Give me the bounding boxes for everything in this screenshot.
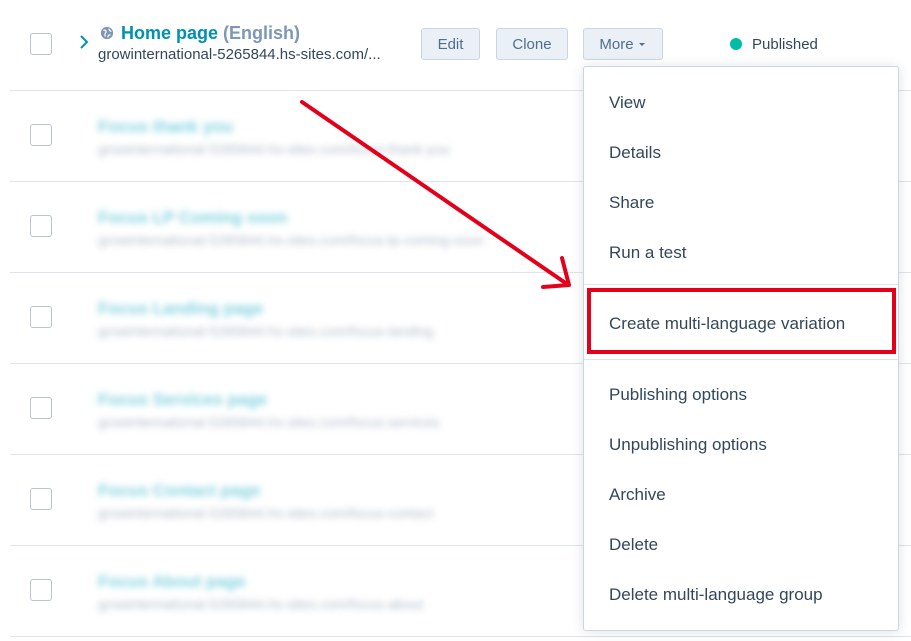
annotation-arrow-icon <box>300 100 571 289</box>
